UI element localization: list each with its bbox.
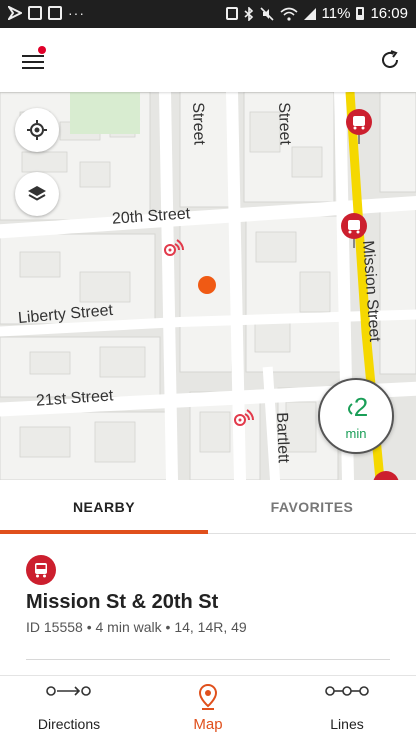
user-location-dot bbox=[198, 276, 216, 294]
layers-button[interactable] bbox=[15, 172, 59, 216]
nav-lines-label: Lines bbox=[330, 716, 364, 732]
directions-icon bbox=[46, 686, 91, 696]
battery-percent: 11% bbox=[321, 5, 351, 22]
eta-value: 2 bbox=[320, 392, 392, 423]
nav-arrow-icon bbox=[8, 6, 22, 20]
lines-icon bbox=[325, 686, 369, 696]
lock-icon bbox=[225, 7, 238, 20]
realtime-signal-icon bbox=[347, 403, 353, 415]
wifi-icon bbox=[280, 7, 298, 21]
clock: 16:09 bbox=[370, 5, 408, 22]
eta-unit: min bbox=[345, 426, 367, 441]
street-label: Street bbox=[189, 102, 208, 146]
map-pin-icon bbox=[199, 684, 217, 710]
crosshair-icon bbox=[27, 120, 47, 140]
menu-button[interactable] bbox=[16, 46, 46, 74]
stop-name: Mission St & 20th St bbox=[26, 591, 219, 613]
tab-indicator bbox=[0, 530, 208, 534]
nav-map[interactable]: Map bbox=[139, 676, 277, 740]
park-area bbox=[70, 92, 140, 134]
bus-stop-marker[interactable] bbox=[372, 470, 400, 480]
street-label-bartlett: Bartlett bbox=[273, 412, 292, 464]
hamburger-icon-bar bbox=[22, 61, 44, 63]
status-bar: ··· 11% 16:09 bbox=[0, 0, 416, 28]
bus-stop-marker[interactable] bbox=[340, 212, 368, 250]
nav-directions-label: Directions bbox=[37, 716, 101, 732]
more-notifications-indicator: ··· bbox=[68, 5, 85, 21]
stop-details: ID 15558 • 4 min walk • 14, 14R, 49 bbox=[26, 619, 247, 635]
tab-nearby[interactable]: NEARBY bbox=[0, 480, 208, 534]
stop-card[interactable]: Mission St & 20th St ID 15558 • 4 min wa… bbox=[0, 535, 416, 675]
tab-favorites[interactable]: FAVORITES bbox=[208, 480, 416, 534]
app-notification-icon bbox=[48, 6, 62, 20]
layers-icon bbox=[28, 186, 46, 201]
app-notification-icon bbox=[28, 6, 42, 20]
bus-stop-marker[interactable] bbox=[345, 108, 373, 146]
hamburger-icon-bar bbox=[22, 67, 44, 69]
nav-directions[interactable]: Directions bbox=[0, 676, 138, 740]
divider bbox=[26, 659, 390, 660]
nav-map-label: Map bbox=[193, 716, 223, 733]
hamburger-icon bbox=[22, 55, 44, 57]
bluetooth-icon bbox=[244, 6, 253, 21]
street-label: Street bbox=[275, 102, 294, 146]
refresh-button[interactable] bbox=[378, 48, 402, 72]
tab-bar: NEARBY FAVORITES bbox=[0, 480, 416, 534]
bus-icon bbox=[26, 555, 56, 585]
realtime-stop-icon[interactable] bbox=[232, 406, 256, 428]
eta-bubble[interactable]: 2 min bbox=[318, 378, 394, 454]
realtime-stop-icon[interactable] bbox=[162, 236, 186, 258]
system-status: 11% 16:09 bbox=[225, 5, 408, 22]
nav-lines[interactable]: Lines bbox=[278, 676, 416, 740]
app-bar bbox=[0, 28, 416, 92]
mute-icon bbox=[259, 6, 274, 21]
battery-icon bbox=[356, 7, 365, 20]
locate-button[interactable] bbox=[15, 108, 59, 152]
signal-icon bbox=[303, 7, 316, 20]
notification-icons: ··· bbox=[8, 6, 85, 20]
bottom-navigation: Directions Map Lines bbox=[0, 675, 416, 740]
map-view[interactable]: Street Street 20th Street Liberty Street… bbox=[0, 92, 416, 480]
notification-dot bbox=[38, 46, 46, 54]
eta-number: 2 bbox=[353, 392, 369, 422]
